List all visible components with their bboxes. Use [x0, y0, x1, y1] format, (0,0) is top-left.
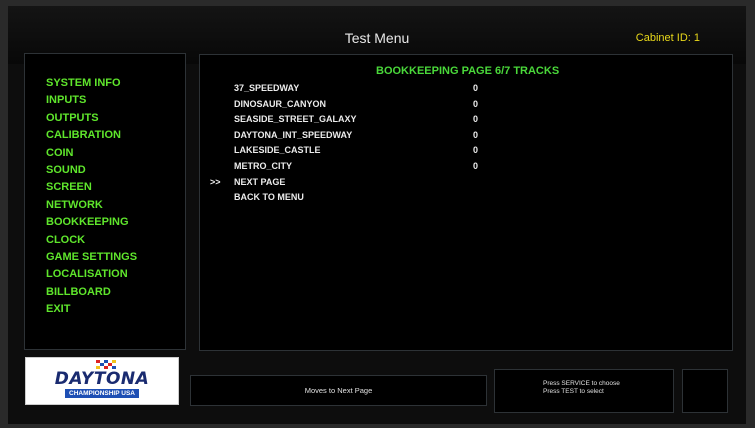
- track-row: 37_SPEEDWAY 0: [210, 81, 730, 97]
- track-name: LAKESIDE_CASTLE: [234, 145, 321, 156]
- track-name: 37_SPEEDWAY: [234, 83, 300, 93]
- menu-item-clock[interactable]: CLOCK: [25, 232, 185, 249]
- instruction-test: Press TEST to select: [543, 388, 604, 395]
- back-to-menu-label: BACK TO MENU: [234, 192, 304, 203]
- menu-item-screen[interactable]: SCREEN: [25, 179, 185, 196]
- track-count: 0: [473, 114, 479, 125]
- menu-item-inputs[interactable]: INPUTS: [25, 92, 185, 109]
- instructions-box: Press SERVICE to choose Press TEST to se…: [494, 369, 674, 413]
- track-row: METRO_CITY 0: [210, 159, 730, 175]
- next-page-option[interactable]: >> NEXT PAGE: [210, 175, 730, 191]
- menu-item-localisation[interactable]: LOCALISATION: [25, 266, 185, 283]
- track-row: LAKESIDE_CASTLE 0: [210, 143, 730, 159]
- logo-title: DAYTONA: [54, 369, 150, 389]
- corner-box: [682, 369, 728, 413]
- logo-subtitle-bar: CHAMPIONSHIP USA: [26, 389, 178, 398]
- menu-item-sound[interactable]: SOUND: [25, 162, 185, 179]
- menu-item-coin[interactable]: COIN: [25, 145, 185, 162]
- track-count: 0: [473, 129, 479, 140]
- menu-item-calibration[interactable]: CALIBRATION: [25, 127, 185, 144]
- track-row: DAYTONA_INT_SPEEDWAY 0: [210, 128, 730, 144]
- next-page-label: NEXT PAGE: [234, 176, 286, 187]
- bookkeeping-panel: BOOKKEEPING PAGE 6/7 TRACKS 37_SPEEDWAY …: [199, 54, 733, 351]
- track-name: METRO_CITY: [234, 160, 293, 171]
- menu-item-network[interactable]: NETWORK: [25, 197, 185, 214]
- instruction-service: Press SERVICE to choose: [543, 380, 620, 387]
- cabinet-id-label: Cabinet ID: 1: [635, 32, 700, 44]
- help-text: Moves to Next Page: [304, 386, 373, 395]
- selection-cursor: >>: [210, 176, 221, 187]
- sidebar-menu: SYSTEM INFO INPUTS OUTPUTS CALIBRATION C…: [24, 53, 186, 350]
- logo-subtitle: CHAMPIONSHIP USA: [65, 389, 139, 398]
- track-count: 0: [473, 83, 479, 93]
- daytona-logo: DAYTONA CHAMPIONSHIP USA: [25, 357, 179, 405]
- back-to-menu-option[interactable]: BACK TO MENU: [210, 190, 730, 206]
- menu-item-bookkeeping[interactable]: BOOKKEEPING: [25, 214, 185, 231]
- bookkeeping-heading: BOOKKEEPING PAGE 6/7 TRACKS: [376, 65, 560, 77]
- menu-item-system-info[interactable]: SYSTEM INFO: [25, 75, 185, 92]
- help-text-box: Moves to Next Page: [190, 375, 487, 406]
- menu-item-outputs[interactable]: OUTPUTS: [25, 110, 185, 127]
- track-count: 0: [473, 145, 479, 156]
- track-count: 0: [473, 98, 479, 109]
- track-row: DINOSAUR_CANYON 0: [210, 97, 730, 113]
- track-count: 0: [473, 160, 479, 171]
- menu-item-billboard[interactable]: BILLBOARD: [25, 284, 185, 301]
- menu-item-exit[interactable]: EXIT: [25, 301, 185, 318]
- track-name: DINOSAUR_CANYON: [234, 98, 327, 109]
- track-list: 37_SPEEDWAY 0 DINOSAUR_CANYON 0 SEASIDE_…: [210, 81, 730, 206]
- track-name: DAYTONA_INT_SPEEDWAY: [234, 129, 353, 140]
- track-row: SEASIDE_STREET_GALAXY 0: [210, 112, 730, 128]
- menu-item-game-settings[interactable]: GAME SETTINGS: [25, 249, 185, 266]
- track-name: SEASIDE_STREET_GALAXY: [234, 114, 357, 125]
- checkered-flag-icon: [96, 360, 118, 369]
